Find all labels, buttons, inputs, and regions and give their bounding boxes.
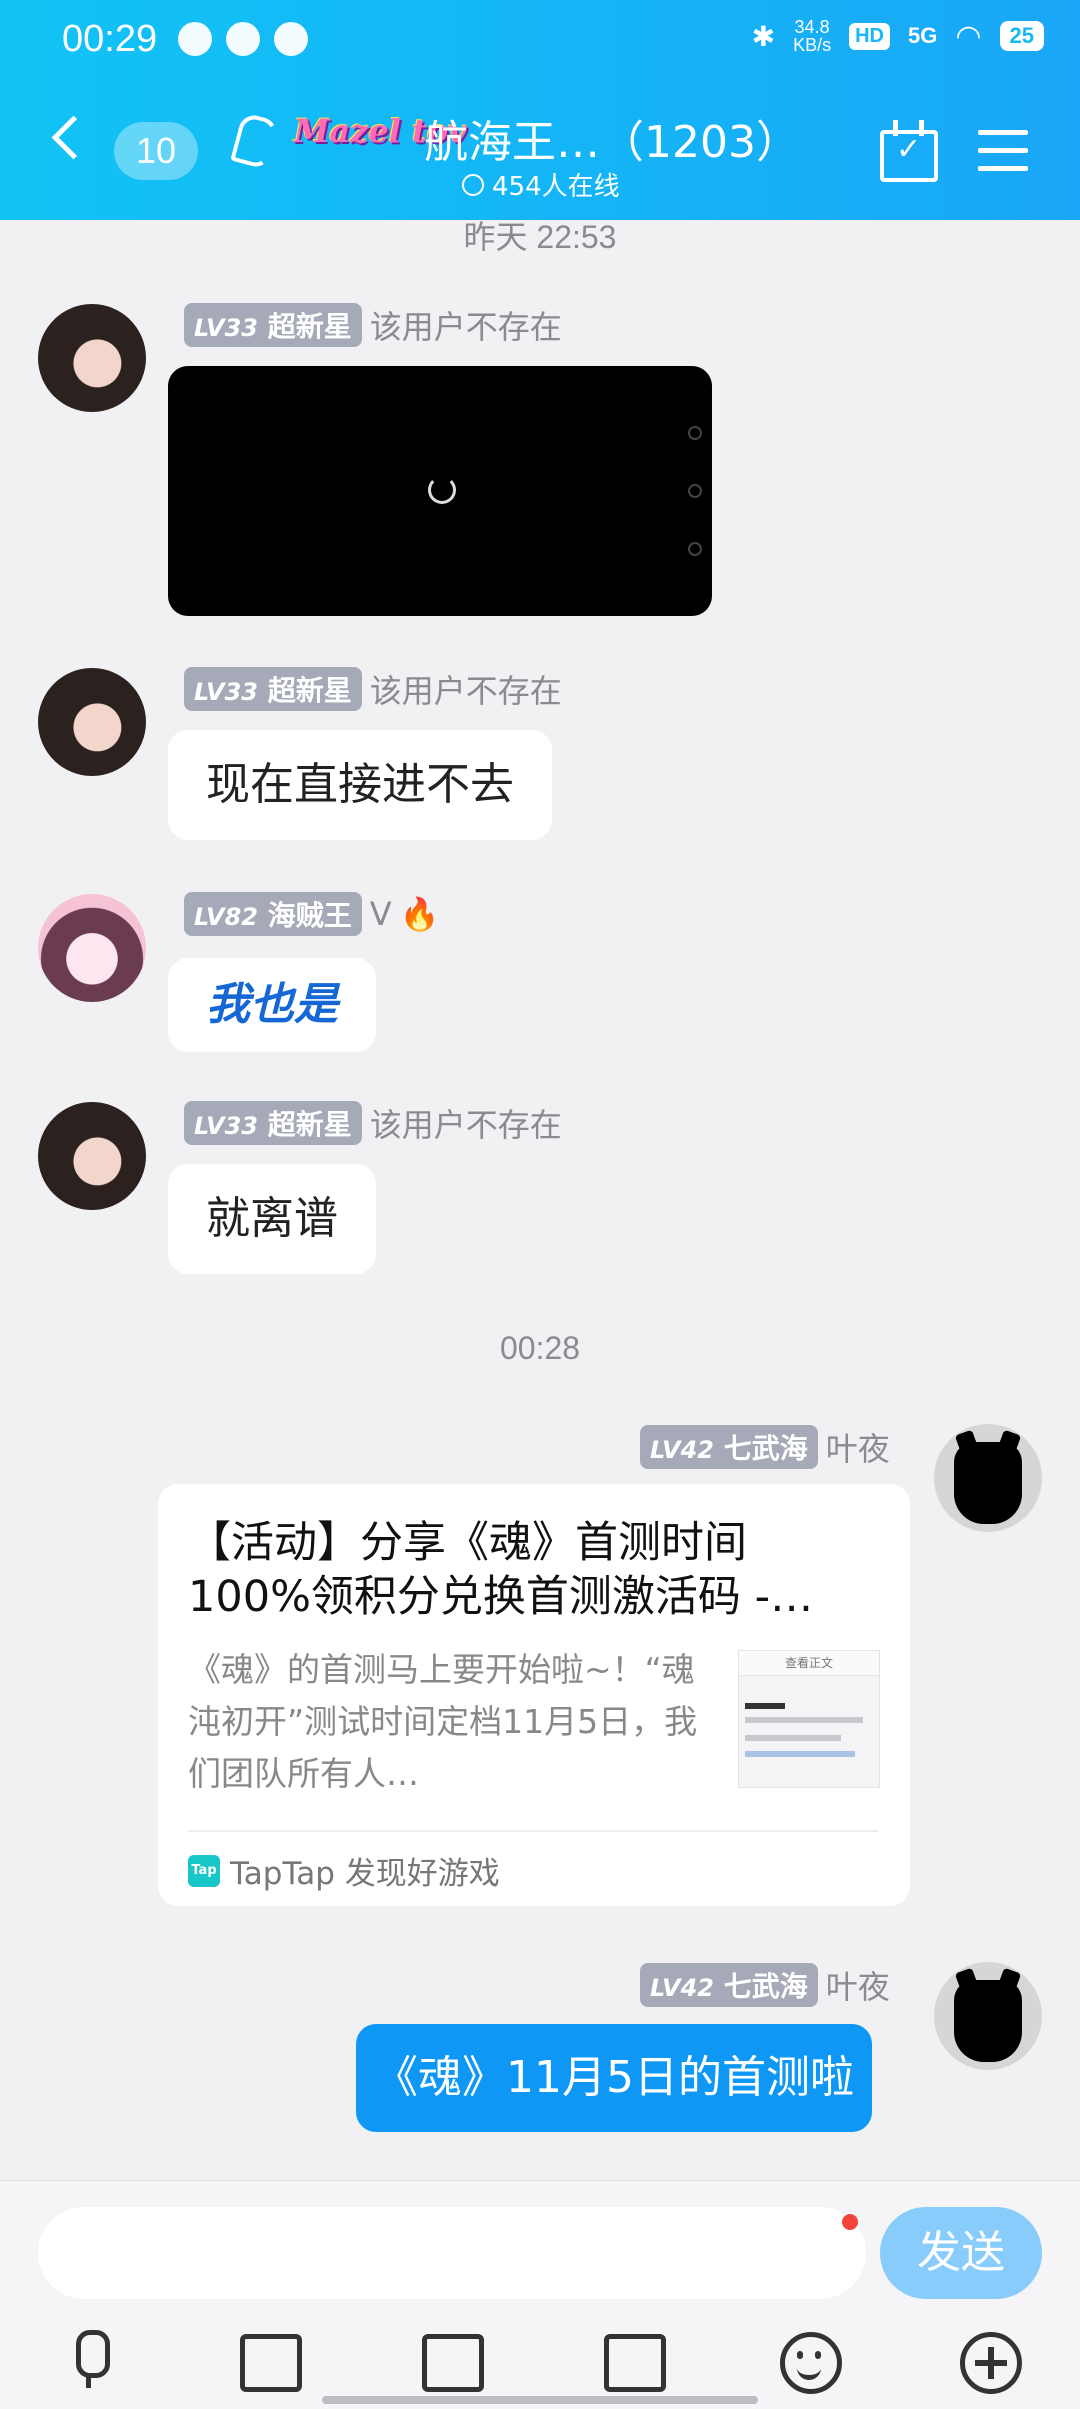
menu-icon[interactable] [978,130,1028,184]
send-button[interactable]: 发送 [880,2207,1042,2299]
message-input[interactable] [38,2207,866,2299]
level-badge: LV33 超新星 [184,667,362,711]
calendar-checkin-icon[interactable] [880,130,938,182]
net-speed: 34.8 KB/s [793,17,832,55]
online-count[interactable]: 454人在线 [462,166,620,203]
sender-name[interactable]: 该用户不存在 [370,1100,562,1146]
image-icon[interactable] [240,2334,302,2392]
online-icon [462,173,484,196]
sender-line: LV42 七武海 叶夜 [640,1962,890,2008]
status-time: 00:29 [62,18,158,60]
message-bubble[interactable]: 现在直接进不去 [168,730,552,840]
status-right: ✱ 34.8 KB/s HD 5G ◠ 25 [752,18,1044,54]
avatar[interactable] [934,1962,1042,2070]
level-badge: LV82 海贼王 [184,892,362,936]
message-bubble[interactable]: 就离谱 [168,1164,376,1274]
camera-icon[interactable] [422,2334,484,2392]
notification-dot [842,2214,858,2230]
unread-count-badge[interactable]: 10 [114,122,198,180]
plus-icon[interactable] [960,2332,1022,2394]
message-bubble[interactable]: 我也是 [168,958,376,1052]
card-description: 《魂》的首测马上要开始啦~！“魂沌初开”测试时间定档11月5日，我们团队所有人… [188,1650,698,1793]
sender-name[interactable]: 该用户不存在 [370,302,562,348]
sender-line: LV42 七武海 叶夜 [640,1424,890,1470]
bluetooth-icon: ✱ [751,20,776,52]
level-badge: LV42 七武海 [640,1963,818,2007]
hd-badge: HD [849,22,890,50]
link-share-card[interactable]: 【活动】分享《魂》首测时间100%领积分兑换首测激活码 -… 《魂》的首测马上要… [158,1484,910,1906]
avatar[interactable] [934,1424,1042,1532]
notification-icons [178,22,308,56]
qq-browser-icon [274,22,308,56]
avatar[interactable] [38,304,146,412]
card-thumbnail: 查看正文 [738,1650,880,1788]
video-message[interactable] [168,366,712,616]
composer: 发送 [0,2180,1080,2409]
red-packet-icon[interactable] [604,2334,666,2392]
signal-icon: 5G [907,23,938,48]
sender-line: LV33 超新星 该用户不存在 [184,666,562,712]
avatar[interactable] [38,1102,146,1210]
card-source: Tap TapTap 发现好游戏 [188,1848,500,1893]
sender-line: LV33 超新星 该用户不存在 [184,302,562,348]
sender-name[interactable]: V [370,895,392,933]
avatar[interactable] [38,668,146,776]
wechat-icon [178,22,212,56]
timestamp: 昨天 22:53 [463,219,617,255]
fire-icon: 🔥 [399,895,440,933]
my-message-bubble[interactable]: 《魂》11月5日的首测啦 [356,2024,872,2132]
back-icon[interactable] [51,115,96,160]
sender-line: LV82 海贼王 V 🔥 [184,892,439,936]
level-badge: LV42 七武海 [640,1425,818,1469]
sender-name[interactable]: 该用户不存在 [370,666,562,712]
avatar[interactable] [38,894,146,1002]
sender-name[interactable]: 叶夜 [826,1424,890,1470]
sender-line: LV33 超新星 该用户不存在 [184,1100,562,1146]
microphone-icon[interactable] [60,2330,120,2390]
level-badge: LV33 超新星 [184,1101,362,1145]
wifi-icon: ◠ [955,19,982,53]
taptap-icon: Tap [188,1854,220,1887]
chat-header: 00:29 ✱ 34.8 KB/s HD 5G ◠ 25 10 Mazel to… [0,0,1080,220]
battery-icon: 25 [999,21,1044,51]
ear-mode-icon[interactable] [230,111,280,171]
group-title[interactable]: 航海王…（1203） [424,106,800,170]
home-indicator[interactable] [322,2396,758,2404]
level-badge: LV33 超新星 [184,303,362,347]
emoji-icon[interactable] [780,2332,842,2394]
card-title: 【活动】分享《魂》首测时间100%领积分兑换首测激活码 -… [188,1518,814,1622]
check-circle-icon [226,22,260,56]
timestamp: 00:28 [499,1330,581,1366]
loading-spinner-icon [428,476,456,504]
sender-name[interactable]: 叶夜 [826,1962,890,2008]
